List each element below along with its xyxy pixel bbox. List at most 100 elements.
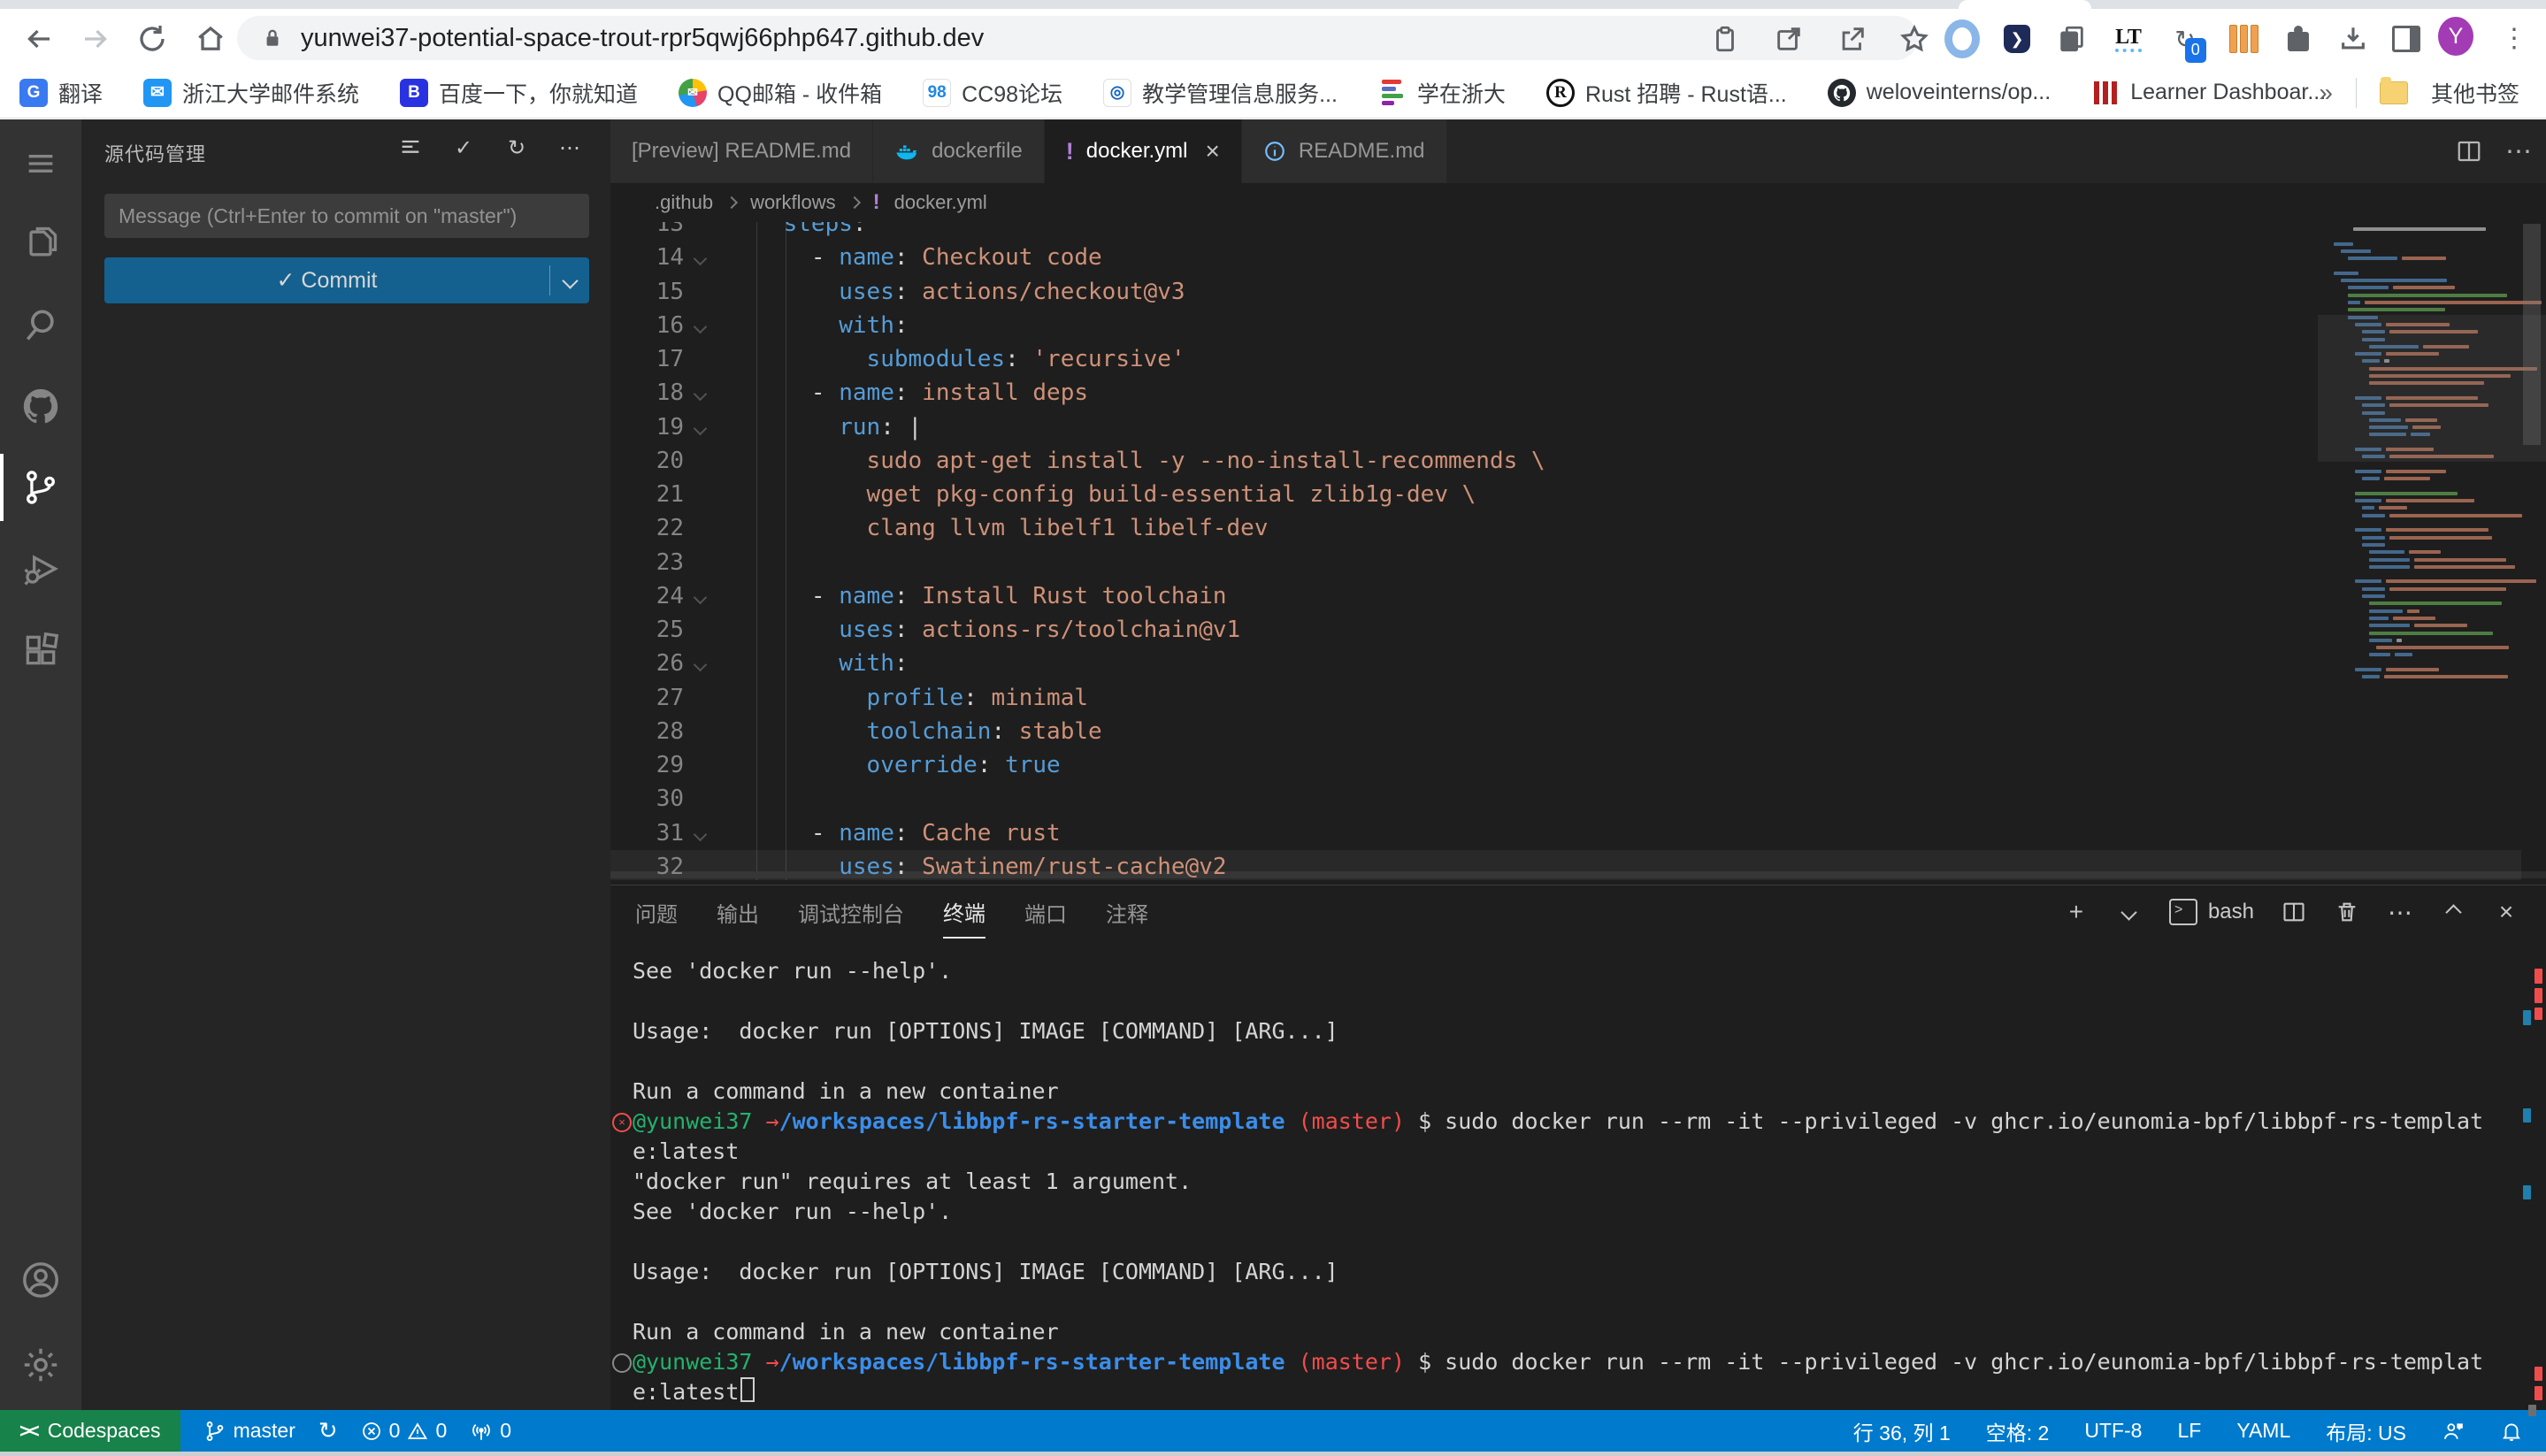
reload-icon[interactable] xyxy=(133,19,172,58)
github-icon[interactable] xyxy=(0,371,81,441)
source-control-icon[interactable] xyxy=(0,452,81,523)
encoding[interactable]: UTF-8 xyxy=(2084,1419,2142,1443)
fold-chevron-icon[interactable] xyxy=(694,319,708,333)
commit-button[interactable]: ✓ Commit xyxy=(104,257,589,303)
bookmark-item[interactable]: ◎教学管理信息服务... xyxy=(1103,77,1338,109)
panel-tab-注释[interactable]: 注释 xyxy=(1106,885,1148,939)
language-mode[interactable]: YAML xyxy=(2236,1419,2290,1443)
bookmark-item[interactable]: Learner Dashboar... xyxy=(2091,79,2326,107)
extensions-icon[interactable] xyxy=(0,615,81,686)
open-in-new-icon[interactable] xyxy=(1771,21,1806,57)
shield-extension-icon[interactable]: ❯ xyxy=(1999,21,2035,57)
sync-status[interactable]: ↻ xyxy=(318,1417,338,1445)
bookmark-item[interactable]: weloveinterns/op... xyxy=(1828,79,2051,107)
back-icon[interactable] xyxy=(19,19,58,58)
panel-tab-输出[interactable]: 输出 xyxy=(717,885,759,939)
branch-indicator[interactable]: master xyxy=(203,1419,295,1443)
shell-label[interactable]: bash xyxy=(2208,900,2254,924)
browser-menu-kebab-icon[interactable]: ⋮ xyxy=(2496,21,2532,57)
tab-close-icon[interactable]: × xyxy=(1205,137,1219,165)
editor-tab--preview-readme-md[interactable]: [Preview] README.md xyxy=(610,119,873,183)
fold-chevron-icon[interactable] xyxy=(694,827,708,841)
search-icon[interactable] xyxy=(0,289,81,360)
maximize-panel-chevron[interactable] xyxy=(2440,894,2466,930)
sidebar-panel-icon[interactable] xyxy=(2389,21,2424,57)
home-icon[interactable] xyxy=(191,19,230,58)
editor-more-icon[interactable]: ⋯ xyxy=(2505,136,2532,167)
pages-extension-icon[interactable] xyxy=(2054,21,2090,57)
keyboard-layout[interactable]: 布局: US xyxy=(2326,1416,2406,1446)
bookmarks-overflow-chevron[interactable]: » xyxy=(2319,79,2333,107)
new-terminal-icon[interactable]: + xyxy=(2063,894,2090,930)
split-editor-icon[interactable] xyxy=(2456,138,2482,165)
clipboard-icon[interactable] xyxy=(1707,21,1743,57)
editor-tab-readme-md[interactable]: README.md xyxy=(1242,119,1447,183)
bookmark-item[interactable]: ✉浙江大学邮件系统 xyxy=(143,77,359,109)
notifications-bell-icon[interactable] xyxy=(2500,1420,2523,1443)
breadcrumb-segment[interactable]: .github xyxy=(655,191,713,214)
bookmark-item[interactable]: RRust 招聘 - Rust语... xyxy=(1546,77,1787,109)
remote-indicator[interactable]: >< Codespaces xyxy=(0,1410,180,1452)
fold-chevron-icon[interactable] xyxy=(694,252,708,266)
breadcrumb-segment[interactable]: docker.yml xyxy=(894,191,987,214)
fold-chevron-icon[interactable] xyxy=(694,590,708,604)
bookmark-item[interactable]: G翻译 xyxy=(19,77,103,109)
profile-avatar[interactable]: Y xyxy=(2438,19,2473,54)
accounts-icon[interactable] xyxy=(0,1245,81,1315)
fold-chevron-icon[interactable] xyxy=(694,421,708,435)
panel-tab-调试控制台[interactable]: 调试控制台 xyxy=(798,885,904,939)
bookmark-star-icon[interactable] xyxy=(1897,21,1932,57)
command-neutral-icon[interactable] xyxy=(612,1353,632,1373)
eol[interactable]: LF xyxy=(2177,1419,2201,1443)
breadcrumb-segment[interactable]: workflows xyxy=(750,191,836,214)
more-actions-icon[interactable]: ⋯ xyxy=(554,132,586,164)
fold-chevron-icon[interactable] xyxy=(694,658,708,672)
ring-extension-icon[interactable] xyxy=(1944,21,1980,57)
editor-tab-docker-yml[interactable]: !docker.yml× xyxy=(1045,119,1242,183)
forward-icon[interactable] xyxy=(76,19,115,58)
terminal-dropdown-chevron[interactable] xyxy=(2116,894,2143,930)
line-number: 14 xyxy=(610,241,684,274)
url-bar[interactable]: yunwei37-potential-space-trout-rpr5qwj66… xyxy=(237,16,1918,60)
download-icon[interactable] xyxy=(2335,21,2371,57)
editor-code[interactable]: 13 steps:14 - name: Checkout code15 uses… xyxy=(610,222,2546,880)
bookmark-item[interactable]: 98CC98论坛 xyxy=(923,77,1062,109)
run-debug-icon[interactable] xyxy=(0,533,81,604)
code-line-25: 25 uses: actions-rs/toolchain@v1 xyxy=(610,613,2546,647)
ports-indicator[interactable]: 0 xyxy=(470,1419,511,1443)
editor-tab-dockerfile[interactable]: dockerfile xyxy=(873,119,1045,183)
bookmark-item[interactable]: ✉QQ邮箱 - 收件箱 xyxy=(679,77,882,109)
refresh-icon[interactable]: ↻ xyxy=(501,132,533,164)
problems-indicator[interactable]: 0 0 xyxy=(361,1419,448,1443)
columns-extension-icon[interactable] xyxy=(2226,21,2261,57)
share-icon[interactable] xyxy=(1835,21,1870,57)
panel-tab-终端[interactable]: 终端 xyxy=(943,885,985,939)
explorer-icon[interactable] xyxy=(0,208,81,279)
languagetool-extension-icon[interactable]: LT xyxy=(2111,21,2146,57)
commit-check-icon[interactable]: ✓ xyxy=(448,132,479,164)
feedback-icon[interactable] xyxy=(2442,1420,2465,1443)
commit-dropdown-chevron[interactable] xyxy=(550,275,589,287)
commit-message-input[interactable]: Message (Ctrl+Enter to commit on "master… xyxy=(104,194,589,238)
command-error-icon[interactable]: × xyxy=(612,1113,632,1132)
panel-tab-问题[interactable]: 问题 xyxy=(635,885,678,939)
menu-hamburger-icon[interactable] xyxy=(0,128,81,199)
panel-tab-端口[interactable]: 端口 xyxy=(1024,885,1067,939)
puzzle-extensions-icon[interactable] xyxy=(2281,21,2316,57)
terminal-shell-icon[interactable] xyxy=(2169,894,2197,930)
sync-extension-icon[interactable]: ↻0 xyxy=(2167,21,2203,57)
panel-more-icon[interactable]: ⋯ xyxy=(2387,894,2413,930)
bookmark-item[interactable]: B百度一下，你就知道 xyxy=(400,77,638,109)
cursor-position[interactable]: 行 36, 列 1 xyxy=(1853,1416,1951,1446)
kill-terminal-trash-icon[interactable] xyxy=(2334,894,2360,930)
terminal[interactable]: See 'docker run --help'.Usage: docker ru… xyxy=(610,939,2546,1410)
breadcrumb[interactable]: .githubworkflows!docker.yml xyxy=(610,183,2546,222)
other-bookmarks-label[interactable]: 其他书签 xyxy=(2431,77,2519,109)
indentation[interactable]: 空格: 2 xyxy=(1986,1416,2050,1446)
split-terminal-icon[interactable] xyxy=(2281,894,2307,930)
settings-gear-icon[interactable] xyxy=(0,1330,81,1400)
close-panel-icon[interactable]: × xyxy=(2493,894,2519,930)
fold-chevron-icon[interactable] xyxy=(694,387,708,402)
bookmark-item[interactable]: 学在浙大 xyxy=(1378,77,1506,109)
view-changes-icon[interactable] xyxy=(395,132,426,164)
